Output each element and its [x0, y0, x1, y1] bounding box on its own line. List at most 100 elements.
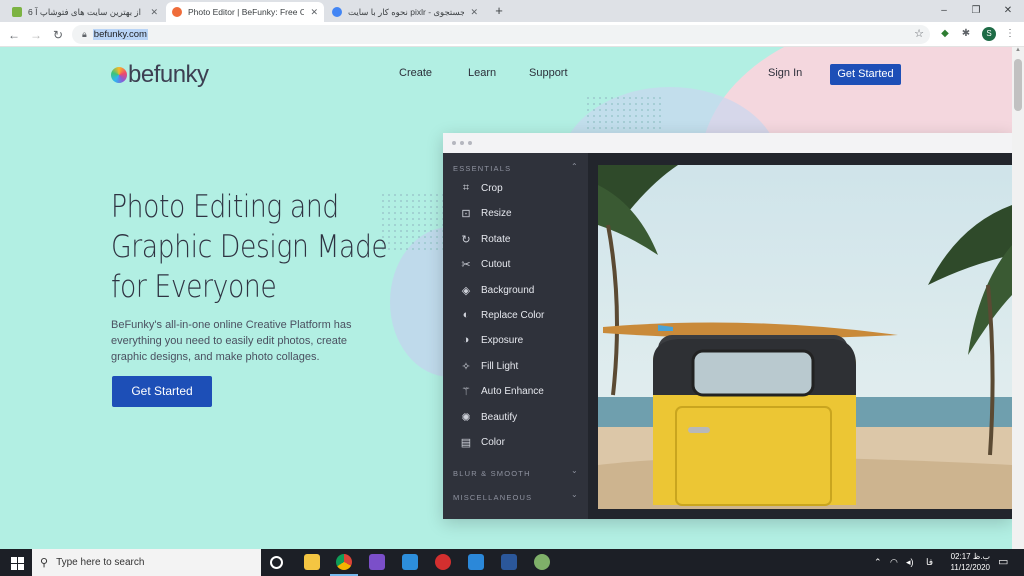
hero-title-line: Graphic Design Made	[111, 229, 388, 265]
chrome-icon[interactable]	[336, 554, 352, 570]
bookmark-star-icon[interactable]: ☆	[914, 27, 924, 40]
word-icon[interactable]	[501, 554, 517, 570]
new-tab-button[interactable]: +	[491, 3, 507, 19]
tool-label: Auto Enhance	[481, 386, 544, 397]
windows-logo-icon	[18, 564, 24, 570]
address-bar[interactable]: 🔒︎ befunky.com ☆	[72, 25, 930, 44]
extension-icon[interactable]: ◆	[938, 27, 952, 41]
tab-title: 6 تا از بهترین سایت های فتوشاپ آ	[28, 6, 145, 17]
tab-pixlr-search[interactable]: نحوه کار با سایت pixlr - جستجوی ✕	[326, 2, 484, 22]
palette-icon: ▤	[460, 437, 472, 449]
tool-label: Exposure	[481, 334, 524, 346]
tab-title: نحوه کار با سایت pixlr - جستجوی	[348, 6, 465, 17]
mockup-window-bar	[443, 133, 1012, 153]
page-scrollbar[interactable]: ▲	[1012, 47, 1024, 549]
puzzle-icon[interactable]: ✱	[959, 27, 973, 41]
tool-label: Color	[481, 437, 505, 448]
get-started-button-hero[interactable]: Get Started	[112, 376, 212, 407]
store-icon[interactable]	[402, 554, 418, 570]
tool-rotate[interactable]: ↻ Rotate	[459, 233, 510, 246]
nav-learn[interactable]: Learn	[468, 67, 496, 79]
mail-icon[interactable]	[468, 554, 484, 570]
hero-title-line: for Everyone	[111, 269, 277, 305]
chevron-down-icon[interactable]: ⌄	[571, 466, 578, 475]
sparkle-icon: ✺	[461, 412, 471, 424]
tool-color[interactable]: ▤ Color	[459, 436, 505, 449]
tool-label: Resize	[481, 208, 512, 219]
tool-label: Fill Light	[481, 361, 519, 372]
windows-logo-icon	[18, 557, 24, 563]
tool-crop[interactable]: ⌗ Crop	[459, 182, 503, 195]
tool-cutout[interactable]: ✂ Cutout	[459, 258, 510, 271]
notifications-icon[interactable]: ▭	[998, 549, 1008, 576]
reload-icon[interactable]: ↻	[50, 27, 66, 43]
search-icon: ⚲	[40, 557, 49, 569]
section-essentials[interactable]: ESSENTIALS	[453, 164, 511, 173]
language-indicator[interactable]: فا	[926, 549, 933, 576]
tool-label: Beautify	[481, 412, 518, 423]
tab-strip: 6 تا از بهترین سایت های فتوشاپ آ ✕ Photo…	[0, 0, 1024, 22]
tool-exposure[interactable]: ◑ Exposure	[459, 334, 524, 346]
opera-icon[interactable]	[435, 554, 451, 570]
tool-label: Replace Color	[481, 309, 545, 321]
logo-mark-icon	[111, 67, 127, 83]
tool-label: Crop	[481, 183, 503, 194]
get-started-button-header[interactable]: Get Started	[830, 64, 901, 85]
nav-support[interactable]: Support	[529, 67, 568, 79]
befunky-logo[interactable]: befunky	[111, 61, 209, 89]
sign-in-link[interactable]: Sign In	[768, 67, 802, 79]
tray-chevron-icon[interactable]: ⌃	[874, 549, 882, 576]
section-blur-smooth[interactable]: BLUR & SMOOTH	[453, 469, 531, 478]
back-arrow-icon[interactable]: ←	[6, 27, 22, 43]
close-icon[interactable]: ✕	[310, 7, 318, 18]
tool-fill-light[interactable]: ✧ Fill Light	[459, 360, 518, 373]
clock-time: 02:17 ب.ظ	[950, 552, 990, 561]
menu-dots-icon[interactable]: ⋮	[1003, 27, 1017, 41]
task-view-icon[interactable]	[270, 556, 283, 569]
beach-van-photo	[598, 165, 1012, 509]
droplet-icon: ◐	[462, 309, 470, 321]
clock-date: 11/12/2020	[950, 563, 990, 572]
exposure-icon: ◑	[462, 334, 470, 346]
volume-icon[interactable]: ◂)	[906, 549, 914, 576]
maximize-button[interactable]: ❐	[960, 0, 992, 22]
chevron-down-icon[interactable]: ⌄	[571, 490, 578, 499]
close-icon[interactable]: ✕	[470, 7, 478, 18]
tool-auto-enhance[interactable]: ⚚ Auto Enhance	[459, 385, 544, 398]
file-explorer-icon[interactable]	[304, 554, 320, 570]
windows-taskbar: ⚲ Type here to search ⌃ ◠ ◂) فا 02:17 ب.…	[0, 549, 1024, 576]
forward-arrow-icon[interactable]: →	[28, 27, 44, 43]
tool-replace-color[interactable]: ◐ Replace Color	[459, 309, 545, 321]
scrollbar-thumb[interactable]	[1014, 59, 1022, 111]
minimize-button[interactable]: –	[928, 0, 960, 22]
url-text[interactable]: befunky.com	[92, 29, 148, 40]
profile-avatar[interactable]: S	[982, 27, 996, 41]
tool-beautify[interactable]: ✺ Beautify	[459, 411, 517, 424]
nav-create[interactable]: Create	[399, 67, 432, 79]
search-placeholder: Type here to search	[56, 557, 145, 568]
windows-start-button[interactable]	[0, 549, 32, 576]
windows-logo-icon	[11, 557, 17, 563]
taskbar-search[interactable]: ⚲ Type here to search	[32, 549, 261, 576]
tool-resize[interactable]: ⊡ Resize	[459, 207, 512, 220]
close-window-button[interactable]: ✕	[992, 0, 1024, 22]
section-miscellaneous[interactable]: MISCELLANEOUS	[453, 493, 532, 502]
editor-mockup: ESSENTIALS ⌃ ⌗ Crop ⊡ Resize ↻ Rotate ✂ Cuto…	[443, 133, 1012, 519]
clock[interactable]: 02:17 ب.ظ 11/12/2020	[940, 551, 990, 573]
scroll-up-icon[interactable]: ▲	[1012, 47, 1024, 57]
close-icon[interactable]: ✕	[150, 7, 158, 18]
visual-studio-icon[interactable]	[369, 554, 385, 570]
background-icon: ◈	[461, 285, 471, 297]
tab-befunky[interactable]: Photo Editor | BeFunky: Free Onl ✕	[166, 2, 324, 22]
tool-label: Background	[481, 285, 535, 296]
editor-sidebar: ESSENTIALS ⌃ ⌗ Crop ⊡ Resize ↻ Rotate ✂ Cuto…	[443, 153, 588, 519]
decorative-dots	[380, 192, 450, 252]
tab-photoshop-sites[interactable]: 6 تا از بهترین سایت های فتوشاپ آ ✕	[6, 2, 164, 22]
tool-label: Cutout	[481, 259, 511, 270]
network-icon[interactable]: ◠	[890, 549, 898, 576]
tool-background[interactable]: ◈ Background	[459, 284, 535, 297]
chevron-up-icon[interactable]: ⌃	[571, 162, 578, 171]
tab-favicon-icon	[12, 7, 22, 17]
paint-icon[interactable]	[534, 554, 550, 570]
windows-logo-icon	[11, 564, 17, 570]
